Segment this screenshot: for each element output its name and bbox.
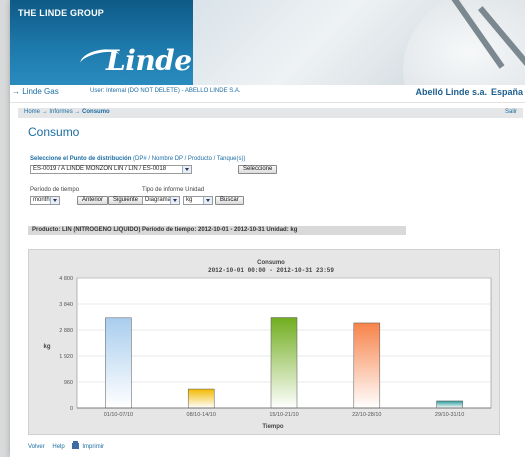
next-button[interactable]: Siguiente (108, 196, 144, 205)
consumption-chart: Consumo 2012-10-01 00:00 - 2012-10-31 23… (43, 260, 492, 430)
company-name: Abelló Linde s.a. (415, 87, 487, 97)
y-tick-label: 0 (70, 406, 73, 412)
breadcrumb: Home → Informes → Consumo Salir (18, 108, 523, 118)
y-tick-label: 4 800 (59, 276, 73, 282)
x-tick-label: 08/10-14/10 (187, 412, 216, 418)
footer-links: Volver Help Imprimir (28, 441, 116, 450)
select-button[interactable]: Seleccione (238, 165, 278, 174)
back-link[interactable]: Volver (28, 444, 45, 450)
country-name: España (490, 87, 523, 97)
group-name: THE LINDE GROUP (18, 8, 105, 18)
y-tick-label: 1 920 (59, 354, 73, 360)
banner-image (193, 0, 525, 85)
breadcrumb-current: Consumo (82, 109, 110, 115)
y-tick-label: 960 (64, 380, 73, 386)
breadcrumb-home[interactable]: Home (24, 109, 40, 115)
y-tick-label: 2 880 (59, 328, 73, 334)
breadcrumb-separator: → (74, 109, 81, 115)
x-tick-label: 29/10-31/10 (435, 412, 464, 418)
bar (270, 317, 298, 409)
bar (436, 400, 463, 409)
x-tick-label: 22/10-28/10 (352, 412, 381, 418)
distribution-point-label: Seleccione el Punto de distribución (DP#… (30, 156, 246, 162)
previous-button[interactable]: Anterior (77, 196, 109, 205)
help-link[interactable]: Help (52, 444, 64, 450)
user-info: User: Internal (DO NOT DELETE) - ABELLO … (90, 88, 241, 94)
report-type-select[interactable]: Diagrama (142, 196, 180, 205)
logout-link[interactable]: Salir (505, 109, 517, 115)
breadcrumb-informes[interactable]: Informes (49, 109, 72, 115)
brand-panel: THE LINDE GROUP Linde (10, 0, 193, 85)
search-button[interactable]: Buscar (215, 196, 244, 205)
chart-title: Consumo (257, 260, 285, 266)
chevron-down-icon (50, 197, 59, 204)
x-tick-label: 15/10-21/10 (269, 412, 298, 418)
x-axis-label: Tiempo (262, 424, 284, 430)
y-tick-label: 3 840 (59, 302, 73, 308)
x-tick-label: 01/10-07/10 (104, 412, 133, 418)
bar (105, 317, 132, 409)
printer-icon (72, 441, 80, 449)
chart-subtitle: 2012-10-01 00:00 - 2012-10-31 23:59 (208, 267, 334, 274)
linde-logo: Linde (106, 44, 192, 77)
chevron-down-icon (203, 197, 212, 204)
y-axis-label: kg (43, 344, 50, 350)
unit-select[interactable]: kg (183, 196, 213, 205)
linde-gas-link[interactable]: → Linde Gas (12, 87, 59, 96)
plot-area: 4 800 3 840 2 880 1 920 960 0 01/10-07/10 08/10… (59, 276, 492, 418)
chevron-down-icon (170, 197, 179, 204)
top-bar: → Linde Gas User: Internal (DO NOT DELET… (10, 85, 525, 103)
chart-frame: Consumo 2012-10-01 00:00 - 2012-10-31 23… (28, 249, 500, 435)
period-select[interactable]: month (30, 196, 60, 205)
print-link[interactable]: Imprimir (72, 441, 110, 450)
breadcrumb-separator: → (41, 109, 48, 115)
page: THE LINDE GROUP Linde → Linde Gas User: … (10, 0, 525, 457)
period-label: Período de tiempo (30, 187, 80, 193)
bar (187, 388, 215, 409)
chevron-down-icon (182, 166, 191, 173)
report-type-label: Tipo de informe Unidad (142, 187, 205, 193)
bar (353, 322, 381, 409)
header-banner: THE LINDE GROUP Linde (10, 0, 525, 85)
distribution-point-select[interactable]: ES-0019 / A LINDE MONZON LIN / LIN / ES-… (30, 165, 192, 174)
report-info-bar: Producto: LIN (NITROGENO LIQUIDO) Períod… (28, 226, 406, 235)
page-title: Consumo (28, 125, 80, 139)
